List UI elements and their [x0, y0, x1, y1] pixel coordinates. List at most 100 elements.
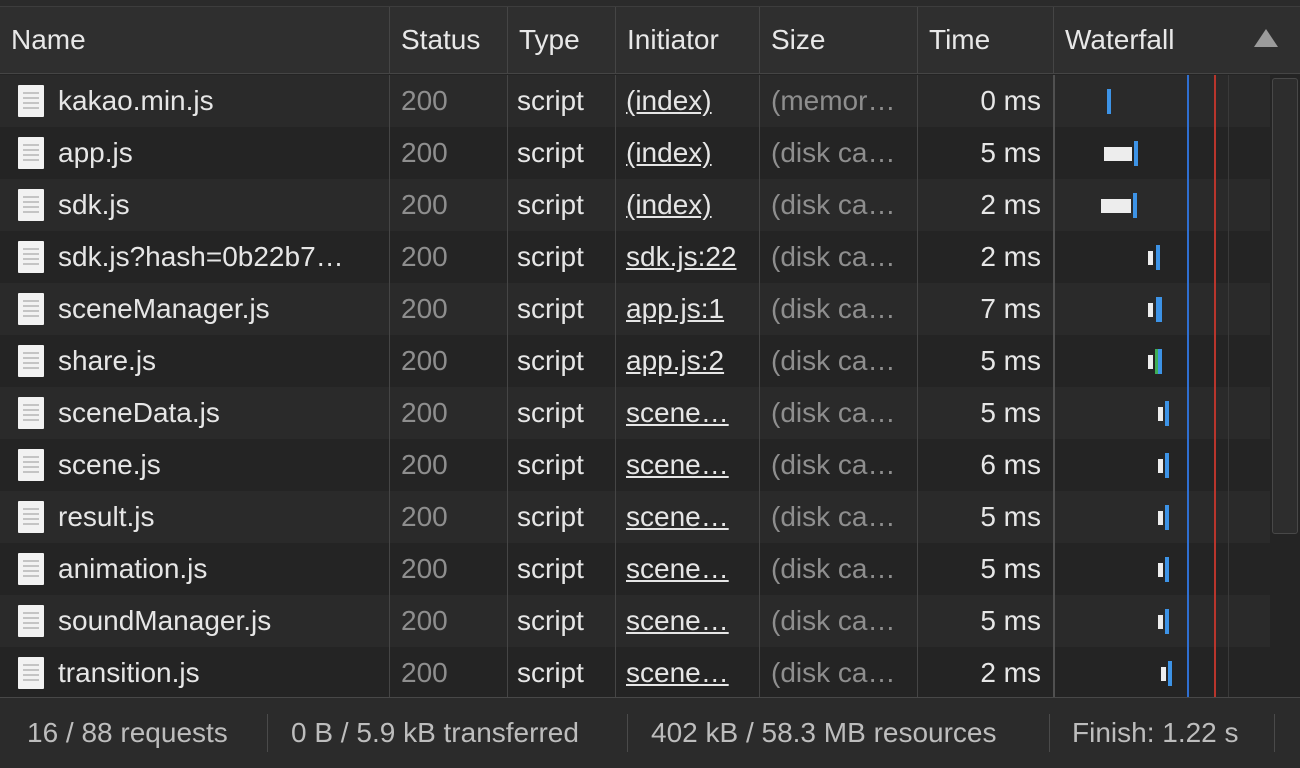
- request-type: script: [517, 605, 584, 636]
- scrollbar-thumb[interactable]: [1272, 78, 1298, 534]
- table-header: Name Status Type Initiator Size Time Wat…: [0, 7, 1300, 74]
- waterfall-waiting-bar[interactable]: [1148, 303, 1153, 317]
- table-row[interactable]: sceneData.js 200 script scene… (disk ca……: [0, 387, 1270, 439]
- table-row[interactable]: sdk.js 200 script (index) (disk ca… 2 ms: [0, 179, 1270, 231]
- request-initiator-link[interactable]: app.js:1: [626, 283, 750, 335]
- request-initiator-link[interactable]: sdk.js:22: [626, 231, 750, 283]
- column-separator[interactable]: [917, 75, 918, 697]
- request-name[interactable]: transition.js: [58, 647, 378, 697]
- request-initiator-link[interactable]: scene…: [626, 647, 750, 697]
- file-icon: [18, 85, 44, 117]
- table-row[interactable]: share.js 200 script app.js:2 (disk ca… 5…: [0, 335, 1270, 387]
- request-size: (disk ca…: [771, 241, 896, 272]
- waterfall-waiting-bar[interactable]: [1148, 251, 1153, 265]
- request-name[interactable]: share.js: [58, 335, 378, 387]
- table-row[interactable]: app.js 200 script (index) (disk ca… 5 ms: [0, 127, 1270, 179]
- column-header-status[interactable]: Status: [390, 7, 508, 73]
- waterfall-receive-bar[interactable]: [1156, 297, 1162, 322]
- transferred-size: 0 B / 5.9 kB transferred: [291, 717, 579, 748]
- request-list: kakao.min.js 200 script (index) (memor… …: [0, 75, 1300, 697]
- request-status: 200: [401, 397, 448, 428]
- waterfall-receive-bar[interactable]: [1168, 661, 1172, 686]
- table-row[interactable]: transition.js 200 script scene… (disk ca…: [0, 647, 1270, 697]
- request-size: (memor…: [771, 85, 896, 116]
- request-name[interactable]: app.js: [58, 127, 378, 179]
- waterfall-receive-bar[interactable]: [1165, 453, 1169, 478]
- sort-ascending-icon[interactable]: [1254, 29, 1278, 47]
- table-row[interactable]: animation.js 200 script scene… (disk ca……: [0, 543, 1270, 595]
- column-header-initiator[interactable]: Initiator: [616, 7, 760, 73]
- waterfall-receive-bar[interactable]: [1165, 557, 1169, 582]
- request-initiator-link[interactable]: scene…: [626, 543, 750, 595]
- request-time: 5 ms: [980, 605, 1041, 636]
- waterfall-waiting-bar[interactable]: [1158, 407, 1163, 421]
- waterfall-receive-bar[interactable]: [1156, 245, 1160, 270]
- request-initiator-link[interactable]: scene…: [626, 595, 750, 647]
- request-time: 2 ms: [980, 241, 1041, 272]
- table-row[interactable]: scene.js 200 script scene… (disk ca… 6 m…: [0, 439, 1270, 491]
- request-name[interactable]: result.js: [58, 491, 378, 543]
- request-initiator-link[interactable]: (index): [626, 127, 750, 179]
- request-initiator-link[interactable]: (index): [626, 75, 750, 127]
- table-row[interactable]: result.js 200 script scene… (disk ca… 5 …: [0, 491, 1270, 543]
- waterfall-waiting-bar[interactable]: [1104, 147, 1132, 161]
- column-separator[interactable]: [615, 75, 616, 697]
- request-type: script: [517, 397, 584, 428]
- request-size: (disk ca…: [771, 605, 896, 636]
- request-initiator-link[interactable]: (index): [626, 179, 750, 231]
- request-time: 7 ms: [980, 293, 1041, 324]
- request-initiator-link[interactable]: scene…: [626, 387, 750, 439]
- column-separator[interactable]: [1053, 75, 1055, 697]
- column-separator[interactable]: [507, 75, 508, 697]
- request-name[interactable]: sdk.js: [58, 179, 378, 231]
- waterfall-receive-bar[interactable]: [1165, 505, 1169, 530]
- waterfall-receive-bar[interactable]: [1158, 349, 1162, 374]
- waterfall-waiting-bar[interactable]: [1158, 615, 1163, 629]
- request-size: (disk ca…: [771, 449, 896, 480]
- request-size: (disk ca…: [771, 397, 896, 428]
- waterfall-receive-bar[interactable]: [1133, 193, 1137, 218]
- table-row[interactable]: sdk.js?hash=0b22b7… 200 script sdk.js:22…: [0, 231, 1270, 283]
- waterfall-waiting-bar[interactable]: [1161, 667, 1166, 681]
- waterfall-waiting-bar[interactable]: [1101, 199, 1131, 213]
- column-header-name[interactable]: Name: [0, 7, 390, 73]
- request-name[interactable]: scene.js: [58, 439, 378, 491]
- request-status: 200: [401, 137, 448, 168]
- waterfall-waiting-bar[interactable]: [1158, 563, 1163, 577]
- table-row[interactable]: soundManager.js 200 script scene… (disk …: [0, 595, 1270, 647]
- waterfall-receive-bar[interactable]: [1134, 141, 1138, 166]
- request-size: (disk ca…: [771, 189, 896, 220]
- request-name[interactable]: soundManager.js: [58, 595, 378, 647]
- request-name[interactable]: sceneData.js: [58, 387, 378, 439]
- request-status: 200: [401, 293, 448, 324]
- waterfall-waiting-bar[interactable]: [1158, 459, 1163, 473]
- request-time: 5 ms: [980, 397, 1041, 428]
- column-separator[interactable]: [759, 75, 760, 697]
- request-type: script: [517, 553, 584, 584]
- request-initiator-link[interactable]: scene…: [626, 439, 750, 491]
- request-type: script: [517, 501, 584, 532]
- column-header-type[interactable]: Type: [508, 7, 616, 73]
- waterfall-receive-bar[interactable]: [1107, 89, 1111, 114]
- request-time: 5 ms: [980, 553, 1041, 584]
- waterfall-receive-bar[interactable]: [1165, 401, 1169, 426]
- request-time: 5 ms: [980, 501, 1041, 532]
- table-row[interactable]: sceneManager.js 200 script app.js:1 (dis…: [0, 283, 1270, 335]
- table-row[interactable]: kakao.min.js 200 script (index) (memor… …: [0, 75, 1270, 127]
- request-name[interactable]: sceneManager.js: [58, 283, 378, 335]
- request-name[interactable]: animation.js: [58, 543, 378, 595]
- column-header-time[interactable]: Time: [918, 7, 1054, 73]
- request-status: 200: [401, 241, 448, 272]
- request-initiator-link[interactable]: scene…: [626, 491, 750, 543]
- waterfall-waiting-bar[interactable]: [1158, 511, 1163, 525]
- request-initiator-link[interactable]: app.js:2: [626, 335, 750, 387]
- request-name[interactable]: kakao.min.js: [58, 75, 378, 127]
- waterfall-receive-bar[interactable]: [1165, 609, 1169, 634]
- column-separator[interactable]: [389, 75, 390, 697]
- request-name[interactable]: sdk.js?hash=0b22b7…: [58, 231, 378, 283]
- column-header-waterfall[interactable]: Waterfall: [1054, 7, 1300, 73]
- finish-time: Finish: 1.22 s: [1072, 717, 1239, 748]
- waterfall-waiting-bar[interactable]: [1148, 355, 1153, 369]
- column-header-size[interactable]: Size: [760, 7, 918, 73]
- file-icon: [18, 605, 44, 637]
